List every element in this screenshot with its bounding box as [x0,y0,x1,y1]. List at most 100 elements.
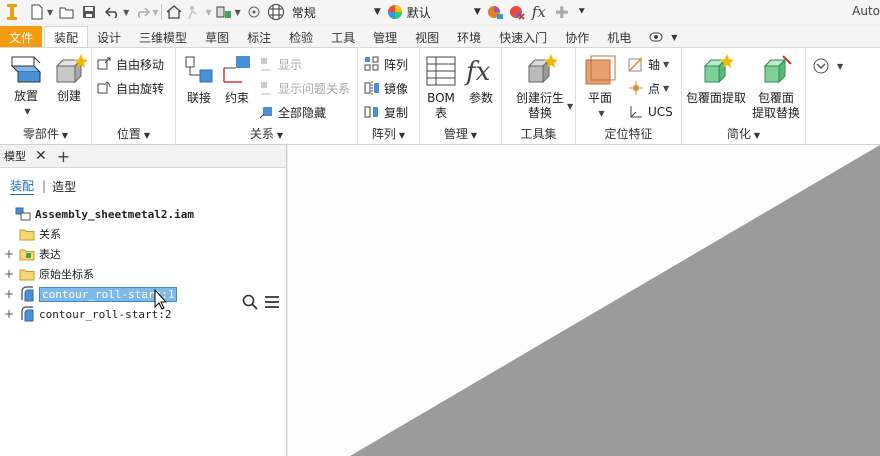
subtab-modeling[interactable]: 造型 [52,178,76,195]
tree-item-folder-expandable[interactable]: + 原始坐标系 [0,265,94,283]
shrinkwrap-substitute-button[interactable]: 包覆面 提取替换 [748,54,804,121]
tab-0[interactable]: 文件 [0,26,43,48]
panel-label-simplification[interactable]: 简化 ▼ [682,125,805,143]
show-button[interactable]: 显示 [258,54,302,74]
tree-item-folder-expandable[interactable]: + 表达 [0,245,61,263]
tab-overflow-button[interactable]: ▼ [640,26,686,48]
clear-appearance-icon[interactable] [508,1,526,23]
tab-9[interactable]: 视图 [406,26,448,48]
undo-icon[interactable] [104,1,122,23]
hide-all-button[interactable]: 全部隐藏 [258,102,326,122]
tab-13[interactable]: 机电 [598,26,640,48]
ucs-button[interactable]: UCS [628,102,673,122]
material-combo[interactable]: 常规 ▼ [289,2,384,22]
panel-label-components-text: 零部件 [22,127,59,141]
close-icon[interactable]: ✕ [35,148,47,164]
adjust-appearance-icon[interactable] [486,1,504,23]
bom-label-1: BOM [427,91,455,105]
hamburger-menu-icon[interactable] [264,294,280,313]
tab-10[interactable]: 环境 [448,26,490,48]
save-icon[interactable] [80,1,98,23]
bom-table-icon [426,56,456,86]
search-icon[interactable] [242,294,258,313]
ucs-icon [630,106,642,118]
panel-label-components[interactable]: 零部件 ▼ [0,125,91,143]
free-move-button[interactable]: 自由移动 [96,54,164,74]
tree-item-label: contour_roll-start:2 [39,307,172,321]
tab-2[interactable]: 设计 [88,26,130,48]
pattern-button[interactable]: 阵列 [364,54,408,74]
free-rotate-button[interactable]: 自由旋转 [96,78,164,98]
mirror-button[interactable]: 镜像 [364,78,408,98]
chevron-down-icon: ▼ [470,131,478,140]
measure-icon[interactable] [245,1,263,23]
show-sick-button[interactable]: 显示问题关系 [258,78,350,98]
create-button[interactable]: 创建 [50,54,88,104]
undo-dropdown-icon[interactable]: ▼ [123,8,129,17]
copy-button[interactable]: 复制 [364,102,408,122]
constrain-button[interactable]: 约束 [218,54,256,106]
tab-11[interactable]: 快速入门 [490,26,556,48]
app-title: Auto [852,4,880,18]
quick-access-toolbar: ▼ ▼ ▼ ▼ ▼ 常规 ▼ 默认 ▼ fx ✚ ⯆ Auto [0,0,880,24]
derive-replace-button[interactable]: 创建衍生 替换 [508,54,572,121]
point-button[interactable]: 点 ▼ [628,78,669,98]
panel-label-work-features-text: 定位特征 [604,127,653,141]
fx-parameters-icon[interactable]: fx [530,1,548,23]
expand-plus-icon[interactable]: + [3,247,15,261]
panel-label-manage[interactable]: 管理 ▼ [420,125,501,143]
panel-label-position[interactable]: 位置 ▼ [92,125,175,143]
chevron-down-icon[interactable]: ▼ [567,102,573,111]
axis-button[interactable]: 轴 ▼ [628,54,669,74]
panel-label-manage-text: 管理 [443,127,468,141]
graphics-viewport[interactable] [288,145,880,456]
free-rotate-icon [97,81,111,94]
appearance-color-icon[interactable] [386,1,404,23]
panel-label-pattern[interactable]: 阵列 ▼ [358,125,419,143]
circle-chevron-icon [813,58,829,74]
tree-item-folder[interactable]: 关系 [0,225,61,243]
tab-7[interactable]: 工具 [322,26,364,48]
tab-8[interactable]: 管理 [364,26,406,48]
tab-3[interactable]: 三维模型 [130,26,196,48]
select-mode-dropdown-icon[interactable]: ▼ [205,8,211,17]
bom-button[interactable]: BOM 表 [422,54,460,121]
tab-5[interactable]: 标注 [238,26,280,48]
tab-12[interactable]: 协作 [556,26,598,48]
app-logo-icon[interactable] [0,1,24,23]
home-icon[interactable] [165,1,183,23]
ribbon-tabs: 文件 装配 设计 三维模型 草图 标注 检验 工具 管理 视图 环境 快速入门 协作 机电 ▼ [0,26,880,48]
expand-plus-icon[interactable]: + [3,287,15,301]
subtab-assembly[interactable]: 装配 [10,177,35,195]
tree-item-part[interactable]: + contour_roll-start:1 [0,285,178,303]
update-dropdown-icon[interactable]: ▼ [235,8,241,17]
plane-button[interactable]: 平面 ▼ [580,54,620,121]
redo-dropdown-icon[interactable]: ▼ [152,8,158,17]
add-browser-tab-icon[interactable]: + [57,147,70,166]
tab-6[interactable]: 检验 [280,26,322,48]
material-sphere-icon[interactable] [267,1,285,23]
shrinkwrap-button[interactable]: 包覆面提取 [684,54,748,106]
customize-qat-icon[interactable]: ⯆ [573,1,591,23]
browser-tab-model[interactable]: 模型 [4,148,26,164]
tree-item-root[interactable]: Assembly_sheetmetal2.iam [0,205,194,223]
expand-plus-icon[interactable]: + [3,307,15,321]
tab-4[interactable]: 草图 [196,26,238,48]
parameters-button[interactable]: fx 参数 [462,54,500,106]
redo-icon[interactable] [133,1,151,23]
tab-1[interactable]: 装配 [44,26,89,48]
expand-plus-icon[interactable]: + [3,267,15,281]
ribbon-extra-menu-button[interactable]: ▼ [812,56,843,76]
appearance-combo[interactable]: 默认 ▼ [404,2,484,22]
select-mode-icon[interactable] [186,1,204,23]
panel-label-relationships[interactable]: 关系 ▼ [176,125,357,143]
update-icon[interactable] [216,1,234,23]
add-plus-icon[interactable]: ✚ [553,1,571,23]
open-folder-icon[interactable] [58,1,76,23]
place-button[interactable]: 放置 ▼ [6,54,46,119]
tree-item-part[interactable]: + contour_roll-start:2 [0,305,171,323]
new-file-icon[interactable] [28,1,46,23]
part-geometry-face[interactable] [350,145,880,456]
joint-button[interactable]: 联接 [180,54,218,106]
new-dropdown-icon[interactable]: ▼ [47,8,53,17]
